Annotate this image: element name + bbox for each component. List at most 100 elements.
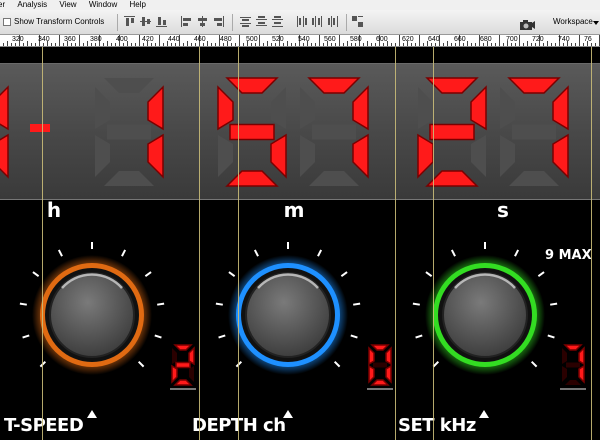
guide-line[interactable] [433, 47, 434, 440]
segment-b [0, 85, 9, 131]
distribute-left-edges-icon[interactable] [296, 16, 307, 27]
align-horizontal-centers-icon[interactable] [197, 16, 208, 27]
segment-b [470, 85, 487, 131]
horizontal-ruler[interactable]: 320 340 360 380 400 420 440 460 480 500 520 540 560 5… [0, 35, 600, 47]
segment-c [189, 366, 194, 382]
workspace-camera-icon[interactable] [519, 17, 535, 30]
depth-value-digit [367, 344, 393, 390]
document-canvas[interactable]: h m s 9 MAX T-SPEED DEPTH ch SET kHz [0, 48, 600, 440]
align-left-edges-icon[interactable] [181, 16, 192, 27]
menu-item-window[interactable]: Window [89, 0, 117, 9]
ruler-tick [491, 43, 492, 46]
hours-unit-label: h [46, 198, 62, 222]
segment-d [225, 170, 279, 187]
ruler-tick [131, 43, 132, 46]
guide-line[interactable] [238, 47, 239, 440]
ruler-tick [571, 43, 572, 46]
ruler-tick [23, 43, 24, 46]
ruler-label: 540 [298, 36, 310, 43]
ruler-tick [303, 43, 304, 46]
segment-e [300, 135, 315, 177]
segment-g [312, 124, 356, 140]
ruler-tick [371, 43, 372, 46]
distribute-right-edges-icon[interactable] [328, 16, 339, 27]
ruler-tick [107, 41, 108, 46]
segment-b [188, 346, 195, 366]
ruler-tick [423, 43, 424, 46]
knob-scale-tick [137, 360, 145, 368]
menu-bar: er Analysis View Window Help [0, 0, 600, 10]
ruler-tick [295, 43, 296, 46]
ruler-tick [351, 43, 352, 46]
ruler-label: 520 [272, 36, 284, 43]
knob-scale-tick [253, 249, 259, 257]
align-bottom-edges-icon[interactable] [156, 16, 167, 27]
options-bar: Show Transform Controls Workspace [0, 10, 600, 35]
digit-5 [217, 77, 287, 187]
segment-c [352, 133, 369, 179]
digit-7 [300, 77, 369, 186]
distribute-vertical-centers-icon[interactable] [256, 16, 267, 27]
knob-scale-tick [215, 302, 223, 306]
segment-c [147, 133, 164, 179]
guide-line[interactable] [199, 47, 200, 440]
ruler-tick [591, 43, 592, 46]
segment-g [175, 361, 191, 369]
ruler-tick [519, 35, 520, 46]
ruler-tick [3, 43, 4, 46]
ruler-label: 740 [558, 36, 570, 43]
segment-d [370, 379, 390, 386]
guide-line[interactable] [42, 47, 43, 440]
segment-b [147, 85, 164, 131]
segment-e [171, 364, 178, 384]
menu-item-analysis[interactable]: Analysis [17, 0, 47, 9]
ruler-tick [511, 43, 512, 46]
ruler-tick [263, 43, 264, 46]
ruler-tick [7, 41, 8, 46]
distribute-bottom-edges-icon[interactable] [272, 16, 283, 27]
ruler-label: 720 [532, 36, 544, 43]
ruler-label: 640 [428, 36, 440, 43]
t-speed-knob[interactable] [17, 240, 167, 390]
workspace-dropdown[interactable]: Workspace [553, 17, 593, 26]
segment-g [107, 124, 151, 140]
distribute-horizontal-centers-icon[interactable] [312, 16, 323, 27]
ruler-tick [367, 41, 368, 46]
time-display-panel [0, 63, 600, 200]
guide-line[interactable] [395, 47, 396, 440]
auto-align-layers-icon[interactable] [352, 16, 363, 27]
segment-f [300, 87, 315, 129]
segment-a [370, 344, 390, 351]
ruler-tick [271, 43, 272, 46]
chevron-down-icon[interactable] [593, 21, 599, 25]
show-transform-controls-checkbox[interactable] [3, 18, 11, 26]
align-vertical-centers-icon[interactable] [140, 16, 151, 27]
ruler-tick [123, 43, 124, 46]
ruler-tick [363, 43, 364, 46]
menu-item-help[interactable]: Help [130, 0, 146, 9]
knob-scale-tick [19, 302, 27, 306]
distribute-top-edges-icon[interactable] [240, 16, 251, 27]
ruler-tick [135, 43, 136, 46]
ruler-tick [475, 43, 476, 46]
segment-f [418, 87, 433, 129]
segment-b [352, 85, 369, 131]
ruler-tick [139, 35, 140, 46]
segment-e [500, 135, 515, 177]
segment-e [95, 135, 110, 177]
ruler-tick [75, 43, 76, 46]
ruler-tick [391, 43, 392, 46]
menu-item-filter[interactable]: er [0, 0, 5, 9]
depth-knob[interactable] [213, 240, 363, 390]
knob-scale-tick [154, 334, 162, 339]
ruler-label: 580 [350, 36, 362, 43]
ruler-tick [243, 43, 244, 46]
ruler-label: 400 [116, 36, 128, 43]
menu-item-view[interactable]: View [59, 0, 76, 9]
align-top-edges-icon[interactable] [124, 16, 135, 27]
ruler-tick [187, 41, 188, 46]
ruler-tick [411, 43, 412, 46]
align-right-edges-icon[interactable] [213, 16, 224, 27]
ruler-tick [183, 43, 184, 46]
guide-line[interactable] [591, 47, 592, 440]
